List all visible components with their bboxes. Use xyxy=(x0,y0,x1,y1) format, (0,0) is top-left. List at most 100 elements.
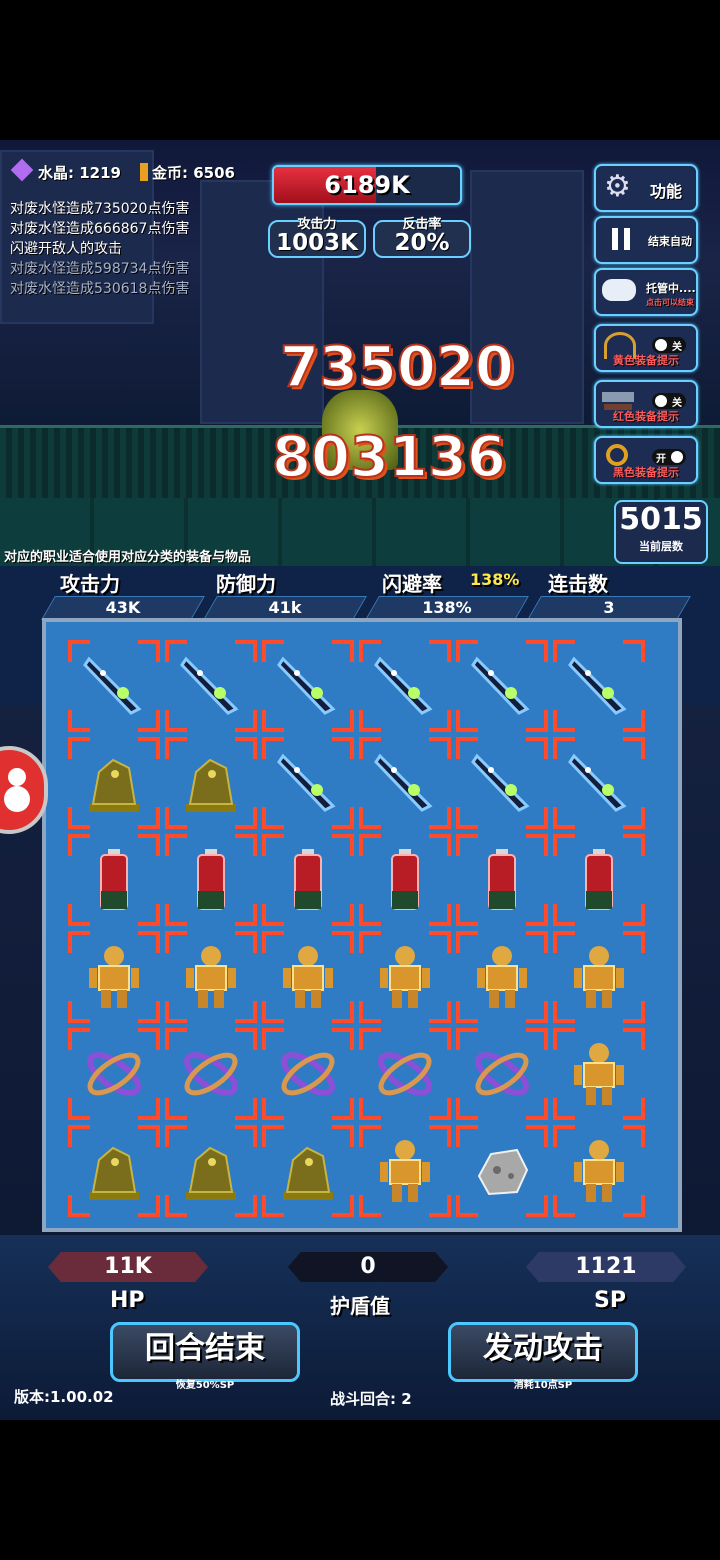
black-equip-toggle[interactable]: 开 黑色装备提示 xyxy=(594,436,698,484)
robot-item-icon xyxy=(467,942,537,1012)
board-cell-orbit[interactable] xyxy=(456,1028,548,1120)
dragon-item-icon xyxy=(176,1136,246,1206)
feather-item-icon xyxy=(273,748,343,818)
red-equip-toggle[interactable]: 关 红色装备提示 xyxy=(594,380,698,428)
orbit-item-icon xyxy=(273,1039,343,1109)
board-cell-feather[interactable] xyxy=(262,640,354,732)
board-cell-orbit[interactable] xyxy=(165,1028,257,1120)
yellow-equip-toggle[interactable]: 关 黄色装备提示 xyxy=(594,324,698,372)
feather-item-icon xyxy=(273,651,343,721)
board-cell-robot[interactable] xyxy=(359,1125,451,1217)
board-cell-feather[interactable] xyxy=(165,640,257,732)
board-cell-orbit[interactable] xyxy=(262,1028,354,1120)
board-cell-orbit[interactable] xyxy=(68,1028,160,1120)
board-cell-dragon[interactable] xyxy=(165,1125,257,1217)
board-cell-feather[interactable] xyxy=(262,737,354,829)
board-cell-battery[interactable] xyxy=(165,834,257,926)
toggle-knob xyxy=(655,395,667,407)
board-cell-orbit[interactable] xyxy=(359,1028,451,1120)
board-cell-robot[interactable] xyxy=(262,931,354,1023)
pause-icon xyxy=(612,228,618,250)
feather-item-icon xyxy=(79,651,149,721)
board-cell-battery[interactable] xyxy=(553,834,645,926)
enemy-hp-text: 6189K xyxy=(324,171,410,199)
attack-power-box: 攻击力 1003K xyxy=(268,217,366,258)
battery-item-icon xyxy=(79,845,149,915)
toggle-state: 关 xyxy=(672,342,682,353)
version-text: 版本:1.00.02 xyxy=(14,1388,114,1406)
board-cell-dragon[interactable] xyxy=(68,1125,160,1217)
toggle-switch[interactable]: 关 xyxy=(652,393,686,409)
combat-log-line: 对废水怪造成530618点伤害 xyxy=(10,281,190,297)
board-cell-battery[interactable] xyxy=(68,834,160,926)
orbit-item-icon xyxy=(467,1039,537,1109)
attack-value: 43K xyxy=(105,598,141,617)
feather-item-icon xyxy=(370,748,440,818)
board-cell-robot[interactable] xyxy=(68,931,160,1023)
hosting-sublabel: 点击可以结束 xyxy=(646,298,694,307)
attack-power-value: 1003K xyxy=(276,230,358,256)
defense-value: 41k xyxy=(268,598,302,617)
attack-button[interactable]: 发动攻击 消耗10点SP xyxy=(448,1322,638,1391)
item-board xyxy=(42,618,682,1232)
round-label: 战斗回合: xyxy=(330,1390,396,1408)
board-cell-feather[interactable] xyxy=(359,640,451,732)
board-cell-feather[interactable] xyxy=(68,640,160,732)
board-cell-ore[interactable] xyxy=(456,1125,548,1217)
board-cell-feather[interactable] xyxy=(553,640,645,732)
board-cell-battery[interactable] xyxy=(262,834,354,926)
attack-sublabel: 消耗10点SP xyxy=(513,1380,573,1391)
board-cell-feather[interactable] xyxy=(456,737,548,829)
battery-item-icon xyxy=(176,845,246,915)
function-button[interactable]: ⚙ 功能 xyxy=(594,164,698,212)
board-cell-dragon[interactable] xyxy=(165,737,257,829)
stop-auto-label: 结束自动 xyxy=(648,235,692,248)
orbit-item-icon xyxy=(176,1039,246,1109)
wrench-icon xyxy=(606,444,628,466)
sp-bar: 1121 xyxy=(526,1252,686,1282)
battery-item-icon xyxy=(564,845,634,915)
enemy-hp-bar: 6189K xyxy=(272,165,462,205)
battery-item-icon xyxy=(370,845,440,915)
board-cell-battery[interactable] xyxy=(359,834,451,926)
hosting-button[interactable]: 托管中.... 点击可以结束 xyxy=(594,268,698,316)
gear-icon: ⚙ xyxy=(604,169,631,204)
board-cell-feather[interactable] xyxy=(553,737,645,829)
robot-item-icon xyxy=(370,1136,440,1206)
sp-label: SP xyxy=(594,1288,626,1313)
avatar-tab[interactable] xyxy=(0,746,48,834)
toggle-knob xyxy=(655,339,667,351)
toggle-switch[interactable]: 关 xyxy=(652,337,686,353)
board-cell-robot[interactable] xyxy=(456,931,548,1023)
board-cell-dragon[interactable] xyxy=(262,1125,354,1217)
combo-header-label: 连击数 xyxy=(548,572,608,596)
crystal-counter: 水晶: 1219 xyxy=(8,158,121,183)
board-cell-dragon[interactable] xyxy=(68,737,160,829)
board-cell-robot[interactable] xyxy=(553,931,645,1023)
toggle-state: 关 xyxy=(672,398,682,409)
ore-item-icon xyxy=(467,1136,537,1206)
toggle-switch[interactable]: 开 xyxy=(652,449,686,465)
board-cell-robot[interactable] xyxy=(553,1028,645,1120)
end-turn-button[interactable]: 回合结束 恢复50%SP xyxy=(110,1322,300,1391)
dodge-header-label: 闪避率 xyxy=(382,572,442,596)
board-cell-robot[interactable] xyxy=(359,931,451,1023)
gold-counter: 金币: 6506 xyxy=(140,162,235,183)
stop-auto-button[interactable]: 结束自动 xyxy=(594,216,698,264)
board-cell-feather[interactable] xyxy=(359,737,451,829)
end-turn-sublabel: 恢复50%SP xyxy=(175,1380,235,1391)
dragon-item-icon xyxy=(176,748,246,818)
board-cell-feather[interactable] xyxy=(456,640,548,732)
board-cell-robot[interactable] xyxy=(553,1125,645,1217)
damage-number: 735020 xyxy=(279,334,515,401)
floor-label: 当前层数 xyxy=(639,540,683,553)
board-cell-robot[interactable] xyxy=(165,931,257,1023)
crystal-value: 1219 xyxy=(79,164,121,182)
crystal-label: 水晶: xyxy=(38,164,74,182)
board-cell-battery[interactable] xyxy=(456,834,548,926)
robot-item-icon xyxy=(564,942,634,1012)
black-equip-label: 黑色装备提示 xyxy=(613,466,679,479)
gamepad-icon xyxy=(602,279,636,301)
feather-item-icon xyxy=(564,651,634,721)
attack-value-bar: 43K xyxy=(41,596,205,620)
